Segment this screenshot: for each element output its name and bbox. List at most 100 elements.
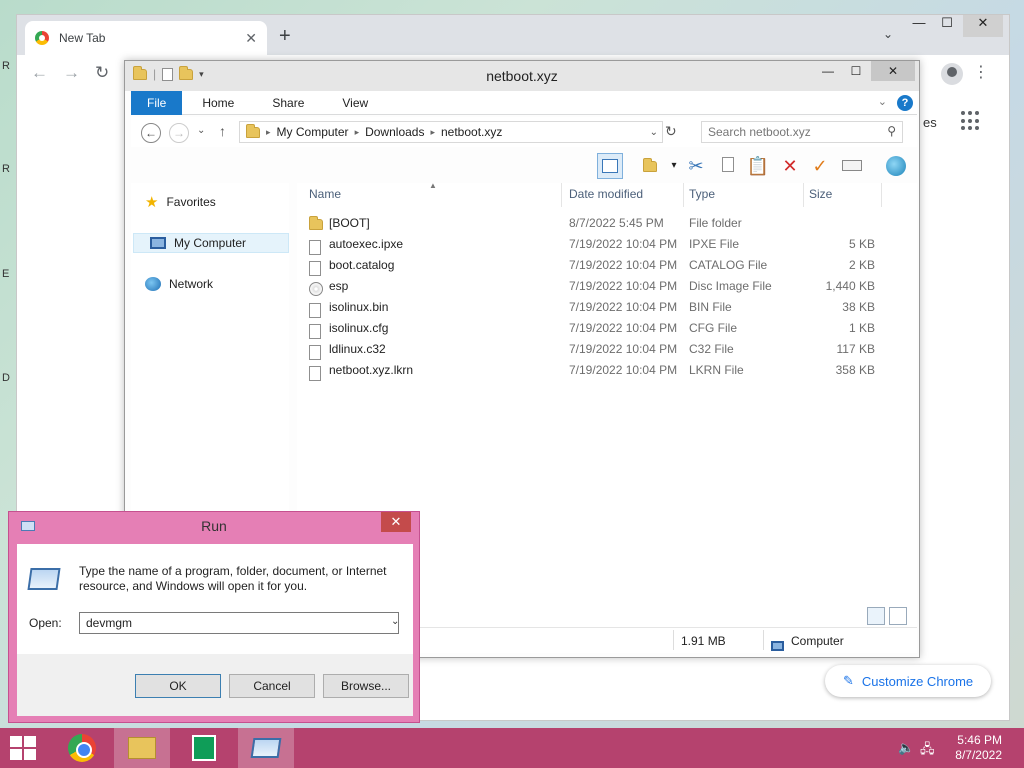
maximize-button[interactable]: ☐ xyxy=(933,15,961,37)
file-type: BIN File xyxy=(689,300,732,314)
column-divider[interactable] xyxy=(561,183,562,207)
close-button[interactable]: ✕ xyxy=(871,61,915,81)
network-icon[interactable]: 🖧 xyxy=(920,740,935,762)
forward-icon[interactable]: → xyxy=(169,123,189,143)
partial-link-text[interactable]: es xyxy=(923,115,937,130)
details-view-icon[interactable] xyxy=(867,607,885,625)
maximize-button[interactable]: ☐ xyxy=(841,61,871,81)
back-icon[interactable]: ← xyxy=(141,123,161,143)
new-tab-button[interactable]: + xyxy=(279,25,291,48)
back-icon[interactable]: ← xyxy=(31,63,48,83)
profile-avatar-icon[interactable] xyxy=(941,63,963,85)
customize-chrome-button[interactable]: ✎ Customize Chrome xyxy=(825,665,991,697)
breadcrumb-my-computer[interactable]: My Computer xyxy=(277,125,349,139)
nav-my-computer[interactable]: My Computer xyxy=(133,233,289,253)
column-divider[interactable] xyxy=(683,183,684,207)
clock[interactable]: 5:46 PM 8/7/2022 xyxy=(955,733,1002,763)
sort-ascending-icon: ▲ xyxy=(429,181,437,190)
cut-icon[interactable]: ✂ xyxy=(683,153,709,179)
desktop-icon-label: R xyxy=(2,163,10,175)
column-header-type[interactable]: Type xyxy=(689,187,715,201)
file-row[interactable]: isolinux.cfg 7/19/2022 10:04 PM CFG File… xyxy=(297,318,917,339)
network-icon xyxy=(145,277,161,291)
tab-home[interactable]: Home xyxy=(182,96,252,110)
taskbar-store[interactable] xyxy=(176,728,232,768)
taskbar-file-explorer[interactable] xyxy=(114,728,170,768)
menu-icon[interactable]: ⋮ xyxy=(973,62,989,82)
recent-locations-icon[interactable]: ⌄ xyxy=(197,125,205,136)
preview-pane-icon[interactable] xyxy=(597,153,623,179)
nav-label: My Computer xyxy=(174,236,247,250)
nav-favorites[interactable]: ★ Favorites xyxy=(145,193,216,211)
address-dropdown-icon[interactable]: ⌄ xyxy=(650,127,658,138)
column-header-date[interactable]: Date modified xyxy=(569,187,643,201)
apps-grid-icon[interactable] xyxy=(961,111,981,131)
help-icon[interactable]: ? xyxy=(897,95,913,111)
status-location: Computer xyxy=(791,634,844,648)
store-icon xyxy=(192,735,216,761)
ok-button[interactable]: OK xyxy=(135,674,221,698)
file-row[interactable]: isolinux.bin 7/19/2022 10:04 PM BIN File… xyxy=(297,297,917,318)
file-type: CATALOG File xyxy=(689,258,768,272)
file-date: 7/19/2022 10:04 PM xyxy=(569,258,678,272)
refresh-icon[interactable]: ↻ xyxy=(665,123,677,140)
file-row[interactable]: boot.catalog 7/19/2022 10:04 PM CATALOG … xyxy=(297,255,917,276)
large-icons-view-icon[interactable] xyxy=(889,607,907,625)
reload-icon[interactable]: ↻ xyxy=(95,63,109,83)
cancel-button[interactable]: Cancel xyxy=(229,674,315,698)
file-name: [BOOT] xyxy=(329,216,370,230)
forward-icon[interactable]: → xyxy=(63,63,80,83)
tab-view[interactable]: View xyxy=(322,96,386,110)
minimize-button[interactable]: — xyxy=(905,15,933,37)
column-header-name[interactable]: Name xyxy=(309,187,341,201)
tab-search-icon[interactable]: ⌄ xyxy=(883,27,893,41)
browse-button[interactable]: Browse... xyxy=(323,674,409,698)
search-input[interactable]: Search netboot.xyz ⚲ xyxy=(701,121,903,143)
new-folder-icon[interactable] xyxy=(637,153,663,179)
desktop-icon-label: E xyxy=(2,268,10,280)
tab-share[interactable]: Share xyxy=(252,96,322,110)
file-row[interactable]: esp 7/19/2022 10:04 PM Disc Image File 1… xyxy=(297,276,917,297)
file-date: 7/19/2022 10:04 PM xyxy=(569,300,678,314)
file-row[interactable]: [BOOT] 8/7/2022 5:45 PM File folder xyxy=(297,213,917,234)
paste-icon[interactable]: 📋 xyxy=(745,153,771,179)
close-button[interactable]: ✕ xyxy=(963,15,1003,37)
column-header-size[interactable]: Size xyxy=(809,187,832,201)
breadcrumb-netboot[interactable]: netboot.xyz xyxy=(441,125,502,139)
close-button[interactable]: ✕ xyxy=(381,512,411,532)
check-icon[interactable]: ✓ xyxy=(807,153,833,179)
delete-icon[interactable]: ✕ xyxy=(777,153,803,179)
globe-icon[interactable] xyxy=(883,153,909,179)
file-name: ldlinux.c32 xyxy=(329,342,386,356)
file-row[interactable]: autoexec.ipxe 7/19/2022 10:04 PM IPXE Fi… xyxy=(297,234,917,255)
start-button-icon[interactable] xyxy=(10,736,38,760)
expand-ribbon-icon[interactable]: ⌄ xyxy=(878,95,887,108)
minimize-button[interactable]: — xyxy=(813,61,843,81)
tab-file[interactable]: File xyxy=(131,90,183,115)
rename-icon[interactable] xyxy=(839,153,865,179)
breadcrumb-downloads[interactable]: Downloads xyxy=(365,125,424,139)
tab-new-tab[interactable]: New Tab ✕ xyxy=(25,21,267,55)
breadcrumb-separator: ▸ xyxy=(354,126,360,137)
run-program-icon xyxy=(27,568,61,590)
tab-close-icon[interactable]: ✕ xyxy=(245,30,257,47)
file-name: autoexec.ipxe xyxy=(329,237,404,251)
explorer-titlebar: | ▾ netboot.xyz — ☐ ✕ xyxy=(125,61,919,91)
dialog-body: Type the name of a program, folder, docu… xyxy=(17,544,413,654)
nav-network[interactable]: Network xyxy=(145,277,213,291)
address-bar[interactable]: ▸ My Computer ▸ Downloads ▸ netboot.xyz … xyxy=(239,121,663,143)
column-divider[interactable] xyxy=(881,183,882,207)
file-row[interactable]: netboot.xyz.lkrn 7/19/2022 10:04 PM LKRN… xyxy=(297,360,917,381)
column-divider[interactable] xyxy=(803,183,804,207)
copy-icon[interactable] xyxy=(715,153,741,179)
status-divider xyxy=(763,630,764,650)
volume-muted-icon[interactable]: 🔈 xyxy=(898,740,914,756)
file-row[interactable]: ldlinux.c32 7/19/2022 10:04 PM C32 File … xyxy=(297,339,917,360)
open-input[interactable] xyxy=(79,612,399,634)
taskbar-chrome[interactable] xyxy=(54,728,110,768)
file-explorer-icon xyxy=(128,737,156,759)
file-size: 117 KB xyxy=(836,342,875,356)
file-date: 8/7/2022 5:45 PM xyxy=(569,216,664,230)
up-icon[interactable]: ↑ xyxy=(219,123,226,139)
taskbar-run[interactable] xyxy=(238,728,294,768)
